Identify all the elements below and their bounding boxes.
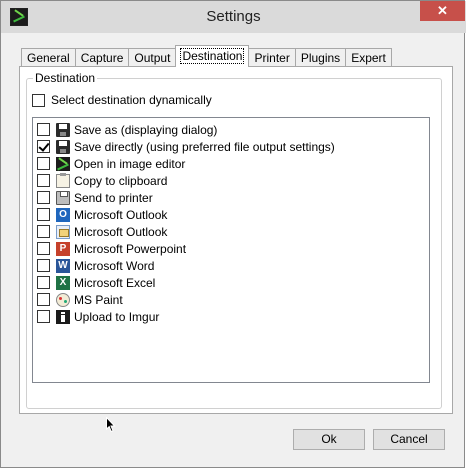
destination-list-item[interactable]: Save as (displaying dialog)	[37, 121, 217, 138]
destination-list-item[interactable]: Save directly (using preferred file outp…	[37, 138, 335, 155]
mouse-cursor-icon	[106, 417, 116, 433]
destination-checkbox[interactable]	[37, 123, 50, 136]
destination-list-item[interactable]: MS Paint	[37, 291, 123, 308]
destination-label: Open in image editor	[74, 156, 186, 171]
tab-output[interactable]: Output	[128, 48, 177, 67]
floppy-icon	[56, 122, 70, 137]
destination-list[interactable]: Save as (displaying dialog) Save directly…	[32, 117, 430, 383]
tab-label: Printer	[254, 51, 290, 65]
dynamic-destination-row[interactable]: Select destination dynamically	[32, 93, 212, 107]
window-title: Settings	[206, 8, 261, 25]
word-icon: W	[56, 258, 70, 273]
dynamic-destination-checkbox[interactable]	[32, 93, 45, 107]
image-editor-icon	[56, 156, 70, 171]
dialog-client-area: General Capture Output Destination Print…	[9, 33, 458, 461]
tab-capture[interactable]: Capture	[74, 48, 130, 67]
tab-destination[interactable]: Destination	[175, 45, 250, 67]
destination-tab-panel: Destination Select destination dynamical…	[19, 66, 453, 414]
tab-expert[interactable]: Expert	[345, 48, 392, 67]
tab-label: Plugins	[300, 51, 341, 65]
tab-label: Expert	[351, 51, 386, 65]
tab-label: Capture	[80, 51, 124, 65]
tab-general[interactable]: General	[21, 48, 76, 67]
tab-strip: General Capture Output Destination Print…	[21, 45, 392, 67]
destination-list-item[interactable]: X Microsoft Excel	[37, 274, 155, 291]
destination-label: Microsoft Powerpoint	[74, 241, 187, 256]
tab-label: Output	[134, 51, 171, 65]
clipboard-icon	[56, 172, 70, 188]
destination-checkbox[interactable]	[37, 140, 50, 153]
destination-list-item[interactable]: Open in image editor	[37, 155, 185, 172]
destination-label: MS Paint	[74, 292, 123, 307]
outlook-icon: O	[56, 207, 70, 222]
group-label: Destination	[33, 71, 98, 85]
ok-button[interactable]: Ok	[293, 429, 365, 450]
destination-label: Send to printer	[74, 190, 153, 205]
printer-icon	[56, 190, 70, 205]
destination-checkbox[interactable]	[37, 174, 50, 187]
cancel-button[interactable]: Cancel	[373, 429, 445, 450]
tab-label: General	[27, 51, 70, 65]
destination-checkbox[interactable]	[37, 293, 50, 306]
destination-list-item[interactable]: Copy to clipboard	[37, 172, 167, 189]
destination-label: Save directly (using preferred file outp…	[74, 139, 335, 154]
destination-list-item[interactable]: Upload to Imgur	[37, 308, 159, 325]
destination-label: Microsoft Outlook	[74, 224, 168, 239]
destination-checkbox[interactable]	[37, 242, 50, 255]
dynamic-destination-label: Select destination dynamically	[51, 93, 212, 107]
destination-groupbox: Destination Select destination dynamical…	[26, 71, 442, 409]
destination-checkbox[interactable]	[37, 276, 50, 289]
destination-list-item[interactable]: W Microsoft Word	[37, 257, 154, 274]
outlook-mail-icon	[56, 224, 70, 239]
excel-icon: X	[56, 275, 70, 290]
title-bar: Settings ✕	[1, 1, 466, 33]
powerpoint-icon: P	[56, 241, 70, 256]
destination-checkbox[interactable]	[37, 225, 50, 238]
destination-list-item[interactable]: O Microsoft Outlook	[37, 206, 167, 223]
close-button[interactable]: ✕	[420, 1, 465, 21]
imgur-icon	[56, 309, 70, 324]
destination-label: Copy to clipboard	[74, 173, 168, 188]
destination-label: Microsoft Excel	[74, 275, 156, 290]
floppy-icon	[56, 139, 70, 154]
destination-list-item[interactable]: Microsoft Outlook	[37, 223, 167, 240]
settings-window: Settings ✕ General Capture Output Destin…	[0, 0, 466, 468]
destination-label: Save as (displaying dialog)	[74, 122, 218, 137]
tab-plugins[interactable]: Plugins	[294, 48, 347, 67]
destination-checkbox[interactable]	[37, 191, 50, 204]
destination-checkbox[interactable]	[37, 208, 50, 221]
destination-list-item[interactable]: P Microsoft Powerpoint	[37, 240, 186, 257]
destination-list-item[interactable]: Send to printer	[37, 189, 153, 206]
tab-label: Destination	[180, 48, 245, 64]
destination-checkbox[interactable]	[37, 310, 50, 323]
destination-label: Microsoft Word	[74, 258, 155, 273]
destination-label: Microsoft Outlook	[74, 207, 168, 222]
destination-checkbox[interactable]	[37, 157, 50, 170]
tab-printer[interactable]: Printer	[248, 48, 296, 67]
paint-icon	[56, 292, 70, 307]
destination-checkbox[interactable]	[37, 259, 50, 272]
destination-label: Upload to Imgur	[74, 309, 160, 324]
